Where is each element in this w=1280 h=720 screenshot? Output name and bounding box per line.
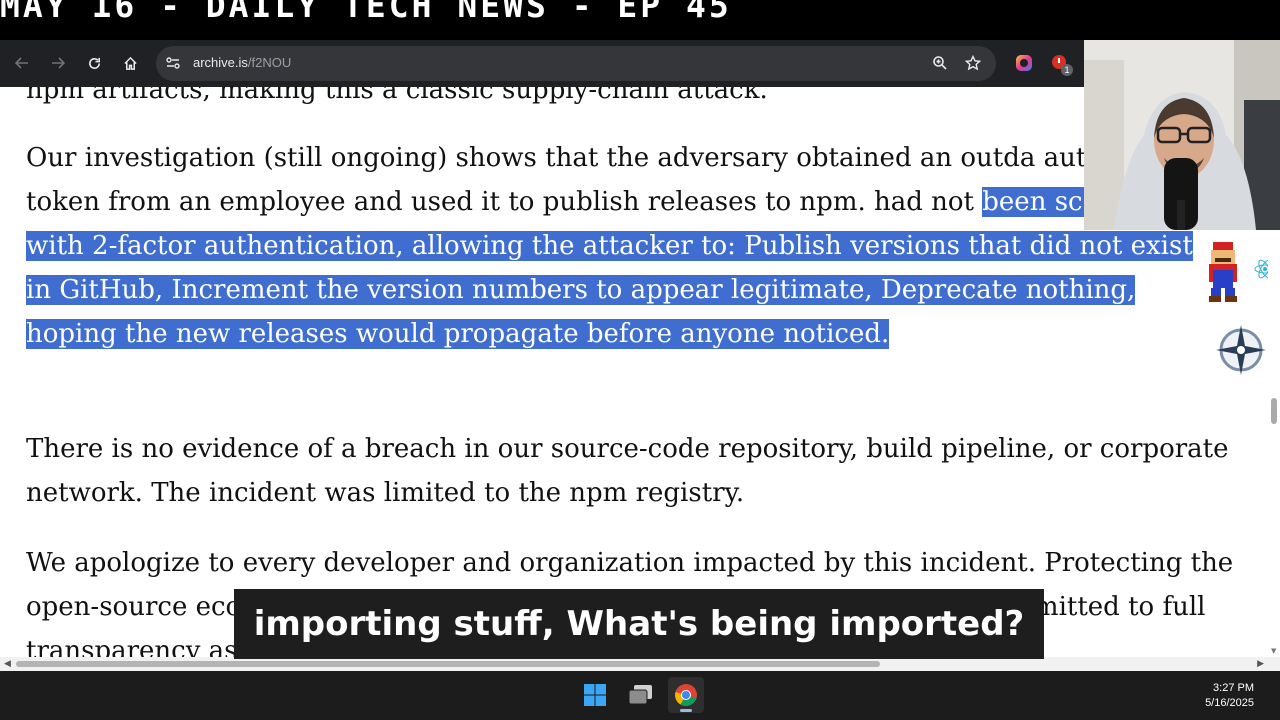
- url-text[interactable]: archive.is/f2NOU: [193, 55, 291, 70]
- react-logo-icon: [1253, 257, 1268, 285]
- clock-date: 5/16/2025: [1205, 697, 1254, 709]
- scroll-left-arrow-icon[interactable]: ◀: [4, 659, 11, 669]
- scroll-right-arrow-icon[interactable]: ▶: [1257, 659, 1264, 669]
- windows-taskbar: 3:27 PM 5/16/2025: [0, 671, 1280, 720]
- browser-toolbar: archive.is/f2NOU 1: [0, 40, 1084, 87]
- reload-icon[interactable]: [81, 50, 107, 76]
- caption-text: importing stuff, What's being imported?: [253, 604, 1025, 644]
- address-bar[interactable]: archive.is/f2NOU: [156, 46, 996, 81]
- task-view-icon[interactable]: [628, 683, 654, 711]
- forward-icon[interactable]: [45, 50, 71, 76]
- horizontal-scrollbar[interactable]: ◀ ▶: [0, 657, 1280, 671]
- home-icon[interactable]: [117, 50, 143, 76]
- compass-icon: [1214, 323, 1268, 381]
- horizontal-scroll-thumb[interactable]: [16, 661, 880, 667]
- webcam-overlay: [1084, 40, 1280, 230]
- active-app-indicator: [680, 709, 692, 712]
- subtitle-caption: importing stuff, What's being imported?: [234, 589, 1044, 659]
- chrome-taskbar-button[interactable]: [668, 677, 704, 713]
- vertical-scroll-thumb[interactable]: [1271, 398, 1277, 424]
- extension-alert-icon[interactable]: 1: [1050, 53, 1073, 76]
- article-page: npm artifacts, making this a classic sup…: [0, 87, 1268, 657]
- mario-sprite-icon: [1205, 240, 1241, 308]
- back-icon[interactable]: [9, 50, 35, 76]
- system-clock[interactable]: 3:27 PM 5/16/2025: [1205, 681, 1254, 711]
- video-banner: MAY 16 - DAILY TECH NEWS - EP 45: [0, 0, 1280, 40]
- scroll-down-arrow-icon[interactable]: ▼: [1271, 647, 1276, 655]
- article-paragraph-2: There is no evidence of a breach in our …: [26, 434, 1229, 508]
- windows-start-icon[interactable]: [583, 683, 607, 711]
- bookmark-star-icon[interactable]: [964, 54, 982, 75]
- zoom-icon[interactable]: [932, 55, 948, 75]
- streamer-webcam-image: [1084, 40, 1280, 230]
- article-top-partial: npm artifacts, making this a classic sup…: [26, 87, 768, 105]
- article-paragraph-1: Our investigation (still ongoing) shows …: [26, 136, 1206, 356]
- chrome-icon[interactable]: [674, 683, 698, 707]
- site-info-icon[interactable]: [165, 55, 181, 75]
- extension-badge: 1: [1061, 64, 1073, 76]
- episode-title: MAY 16 - DAILY TECH NEWS - EP 45: [0, 0, 732, 25]
- clock-time: 3:27 PM: [1213, 682, 1254, 694]
- extension-ring-icon[interactable]: [1014, 53, 1034, 77]
